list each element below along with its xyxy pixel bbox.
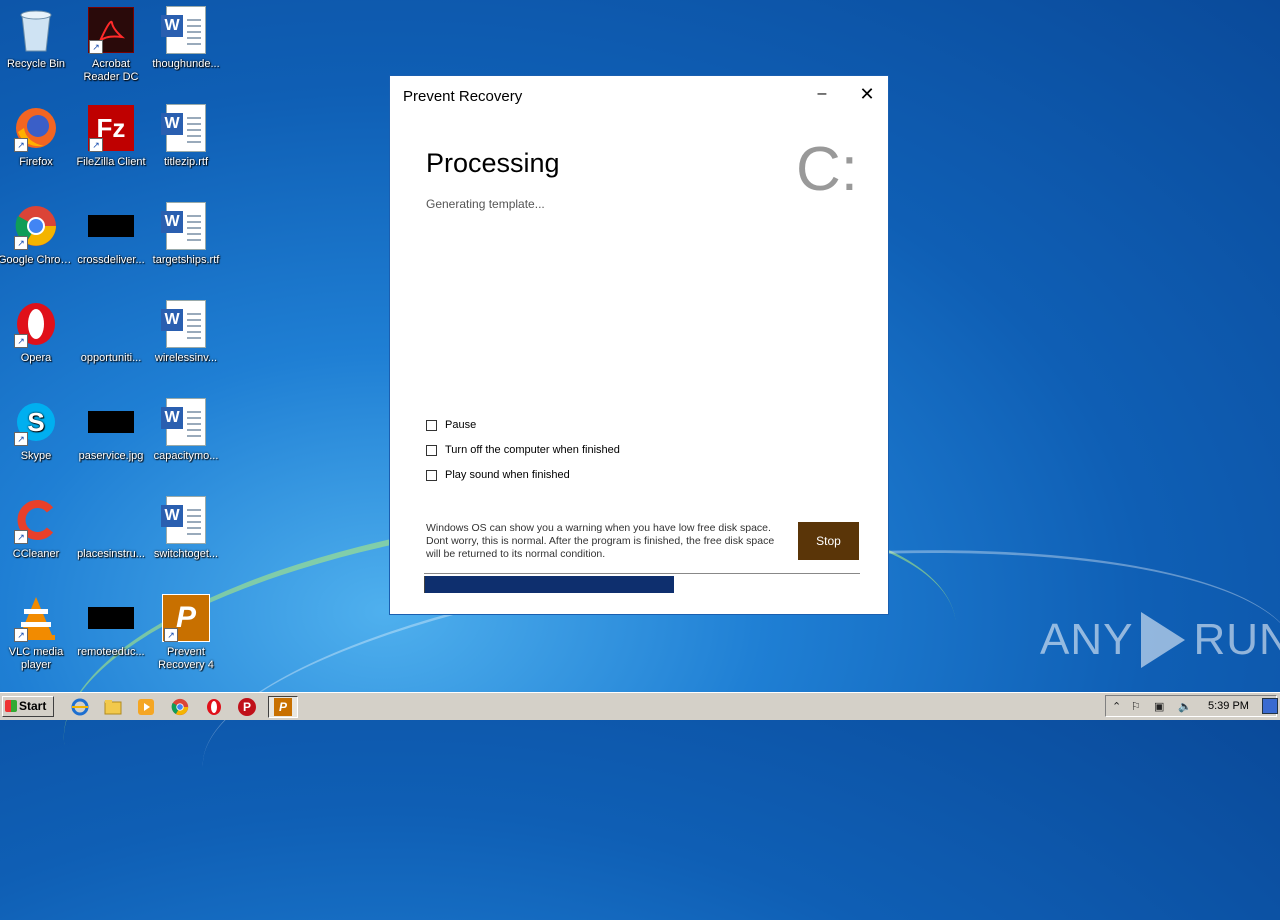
anyrun-watermark: ANY RUN — [1040, 612, 1280, 668]
word-doc-icon: W — [161, 6, 210, 54]
media-player-icon[interactable] — [135, 696, 157, 718]
desktop-icon-recycle-bin[interactable]: Recycle Bin — [0, 6, 74, 71]
desktop-icon-remoteeduc[interactable]: remoteeduc... — [73, 594, 149, 659]
black-file-icon — [87, 594, 135, 642]
black-file-icon — [87, 202, 135, 250]
chrome-icon[interactable] — [169, 696, 191, 718]
show-hidden-icons-icon[interactable]: ⌃ — [1112, 700, 1121, 713]
desktop-icon-crossdeliver[interactable]: crossdeliver... — [73, 202, 149, 267]
close-button[interactable]: ✕ — [855, 82, 879, 106]
shortcut-arrow-icon: ↗ — [14, 628, 28, 642]
desktop-icon-switchtoget[interactable]: W switchtoget... — [148, 496, 224, 561]
desktop-icon-filezilla[interactable]: Fz ↗ FileZilla Client — [73, 104, 149, 169]
dialog-title: Prevent Recovery — [403, 88, 523, 105]
taskbar: Start P P ⌃ ⚐ ▣ 🔈 5:39 PM — [0, 692, 1280, 720]
blank-file-icon — [87, 496, 135, 544]
volume-icon[interactable]: 🔈 — [1178, 700, 1192, 713]
recycle-bin-icon — [12, 6, 60, 54]
acrobat-icon: ↗ — [87, 6, 135, 54]
desktop-icon-paservice[interactable]: paservice.jpg — [73, 398, 149, 463]
blank-file-icon — [87, 300, 135, 348]
page-title: Processing — [426, 148, 560, 178]
svg-text:S: S — [27, 407, 44, 437]
shortcut-arrow-icon: ↗ — [14, 236, 28, 250]
start-button[interactable]: Start — [2, 696, 54, 717]
show-desktop-button[interactable] — [1262, 698, 1278, 714]
desktop-icon-vlc[interactable]: ↗ VLC media player — [0, 594, 74, 672]
clock[interactable]: 5:39 PM — [1208, 700, 1249, 712]
word-doc-icon: W — [161, 496, 210, 544]
desktop-icon-prevent-recovery[interactable]: P ↗ Prevent Recovery 4 — [148, 594, 224, 672]
checkbox-label: Play sound when finished — [445, 469, 570, 481]
word-doc-icon: W — [161, 398, 210, 446]
shortcut-arrow-icon: ↗ — [14, 138, 28, 152]
shortcut-arrow-icon: ↗ — [89, 138, 103, 152]
prevent-recovery-icon: P ↗ — [162, 594, 210, 642]
checkbox-label: Turn off the computer when finished — [445, 444, 620, 456]
desktop-icon-placesinstru[interactable]: placesinstru... — [73, 496, 149, 561]
chrome-icon: ↗ — [12, 202, 60, 250]
disk-space-note: Windows OS can show you a warning when y… — [426, 522, 775, 560]
word-doc-icon: W — [161, 300, 210, 348]
windows-flag-icon — [5, 700, 17, 712]
shortcut-arrow-icon: ↗ — [14, 530, 28, 544]
filezilla-icon: Fz ↗ — [87, 104, 135, 152]
desktop-icon-ccleaner[interactable]: ↗ CCleaner — [0, 496, 74, 561]
firefox-icon: ↗ — [12, 104, 60, 152]
shortcut-arrow-icon: ↗ — [164, 628, 178, 642]
shortcut-arrow-icon: ↗ — [14, 334, 28, 348]
checkbox-box[interactable] — [426, 444, 437, 456]
desktop-icon-opera[interactable]: ↗ Opera — [0, 300, 74, 365]
shortcut-arrow-icon: ↗ — [14, 432, 28, 446]
checkbox-label: Pause — [445, 419, 477, 431]
turn-off-checkbox[interactable]: Turn off the computer when finished — [426, 444, 620, 456]
checkbox-box[interactable] — [426, 419, 437, 431]
explorer-icon[interactable] — [102, 696, 124, 718]
word-doc-icon: W — [161, 104, 210, 152]
network-icon[interactable]: ▣ — [1154, 700, 1164, 713]
drive-letter: C: — [796, 135, 858, 204]
black-file-icon — [87, 398, 135, 446]
desktop-icon-acrobat[interactable]: ↗ Acrobat Reader DC — [73, 6, 149, 84]
minimize-button[interactable]: – — [810, 82, 834, 106]
word-doc-icon: W — [161, 202, 210, 250]
checkbox-box[interactable] — [426, 469, 437, 481]
desktop-icon-capacitymo[interactable]: W capacitymo... — [148, 398, 224, 463]
ie-icon[interactable] — [69, 696, 91, 718]
watermark-text-right: RUN — [1193, 615, 1280, 664]
flag-icon[interactable]: ⚐ — [1131, 700, 1141, 713]
desktop-icon-wirelessinv[interactable]: W wirelessinv... — [148, 300, 224, 365]
shortcut-arrow-icon: ↗ — [89, 40, 103, 54]
stop-button[interactable]: Stop — [798, 522, 859, 560]
desktop-icon-skype[interactable]: S ↗ Skype — [0, 398, 74, 463]
skype-icon: S ↗ — [12, 398, 60, 446]
prevent-recovery-dialog: Prevent Recovery – ✕ Processing C: Gener… — [389, 75, 889, 615]
desktop-icon-targetships[interactable]: W targetships.rtf — [148, 202, 224, 267]
progress-fill — [424, 576, 674, 593]
ccleaner-icon: ↗ — [12, 496, 60, 544]
desktop-icon-titlezip[interactable]: W titlezip.rtf — [148, 104, 224, 169]
desktop-icon-chrome[interactable]: ↗ Google Chrome — [0, 202, 74, 267]
prevent-recovery-active-icon[interactable]: P — [268, 696, 298, 718]
opera-icon: ↗ — [12, 300, 60, 348]
watermark-text-left: ANY — [1040, 615, 1134, 664]
desktop-icon-thoughunde[interactable]: W thoughunde... — [148, 6, 224, 71]
play-sound-checkbox[interactable]: Play sound when finished — [426, 469, 570, 481]
opera-icon[interactable] — [203, 696, 225, 718]
desktop-icon-opportuniti[interactable]: opportuniti... — [73, 300, 149, 365]
status-text: Generating template... — [426, 197, 545, 211]
start-label: Start — [19, 699, 47, 713]
play-icon — [1141, 612, 1186, 668]
progress-bar — [424, 573, 860, 594]
desktop-icon-firefox[interactable]: ↗ Firefox — [0, 104, 74, 169]
vlc-icon: ↗ — [12, 594, 60, 642]
prevent-recovery-icon[interactable]: P — [236, 696, 258, 718]
pause-checkbox[interactable]: Pause — [426, 419, 476, 431]
